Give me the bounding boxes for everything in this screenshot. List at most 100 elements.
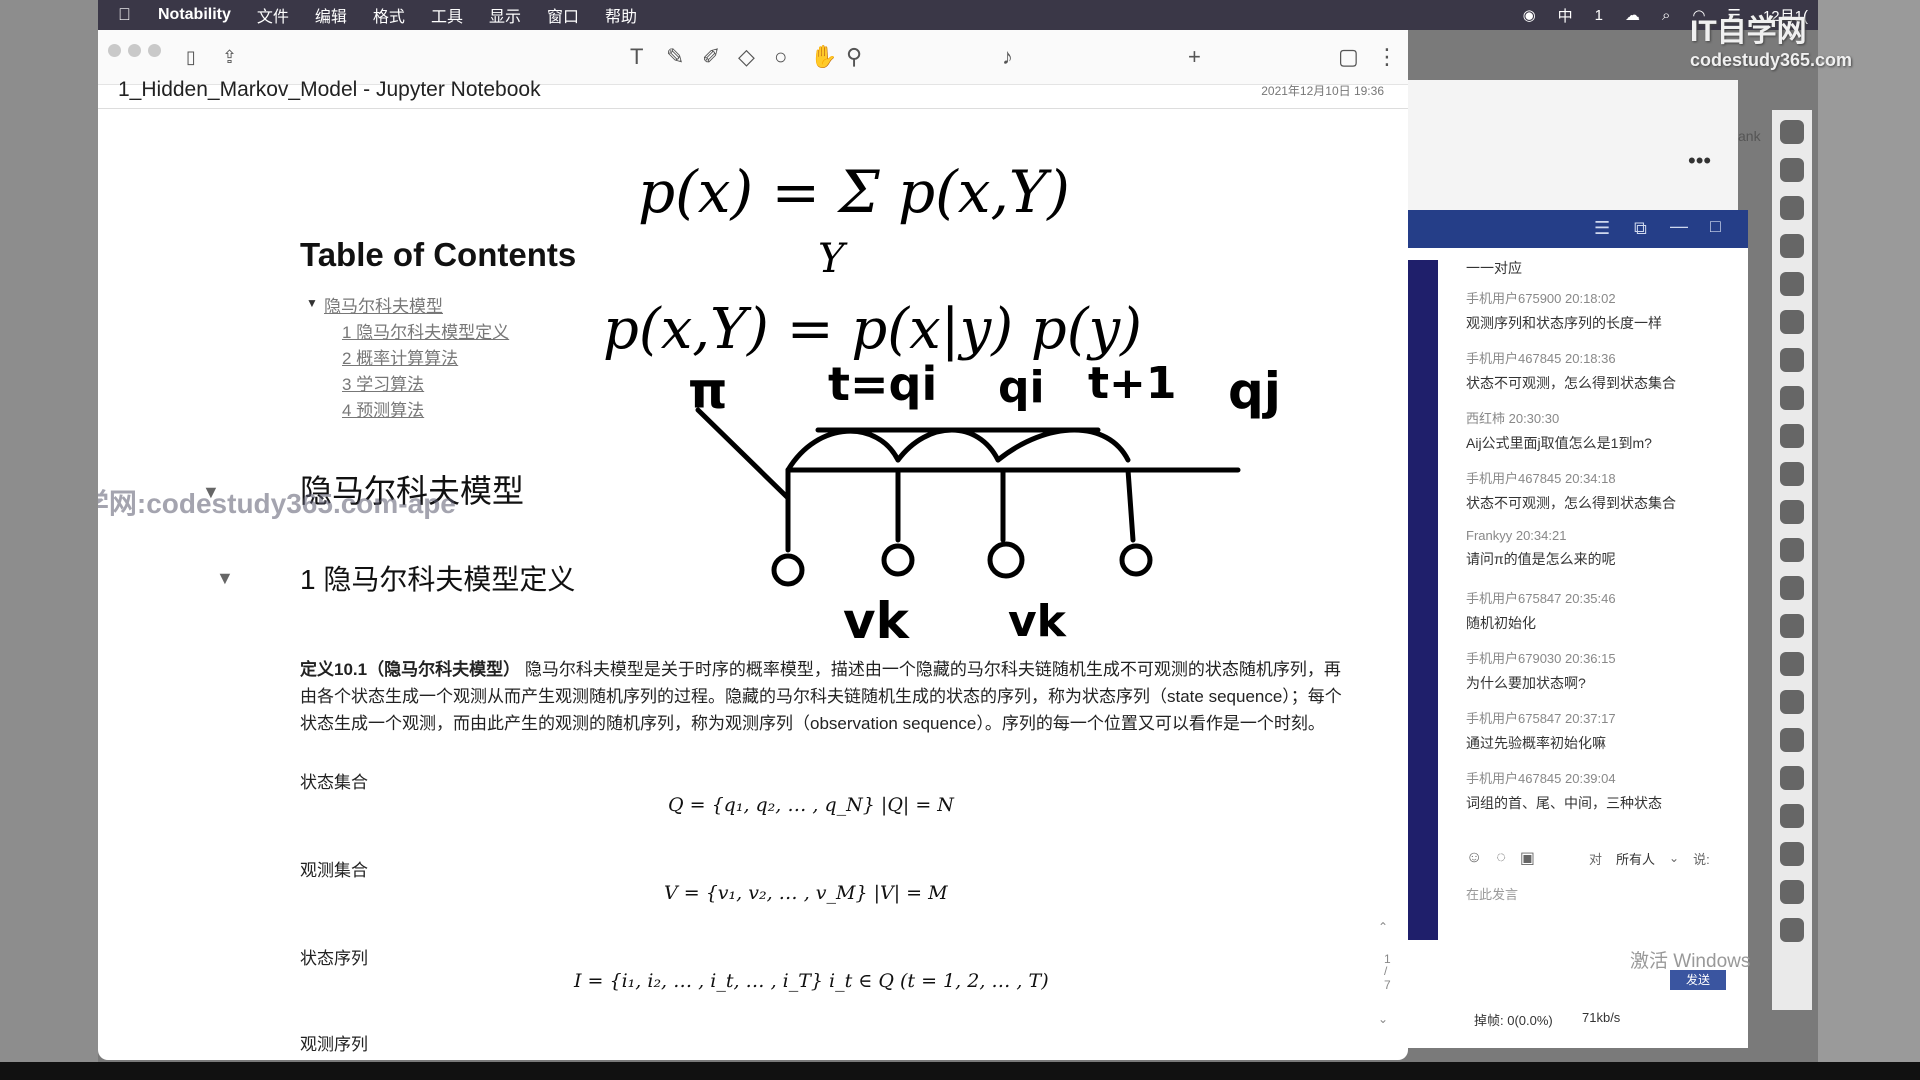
formula-state-sequence: I = {i₁, i₂, … , i_t, … , i_T} i_t ∈ Q (… [574,970,1049,992]
chat-text: 状态不可观测，怎么得到状态集合 [1466,495,1676,511]
side-app-icon[interactable] [1780,386,1804,410]
side-app-icon[interactable] [1780,690,1804,714]
menu-view[interactable]: 显示 [489,3,521,27]
menu-edit[interactable]: 编辑 [315,3,347,27]
more-icon[interactable]: ⋮ [1376,44,1398,70]
side-app-icon[interactable] [1780,348,1804,372]
page-separator: / [1384,964,1388,978]
chat-popout-icon[interactable]: ⧉ [1634,218,1647,239]
side-app-icon[interactable] [1780,196,1804,220]
handwriting-qj: qj [1228,362,1281,420]
side-app-icon[interactable] [1780,728,1804,752]
chat-message: 手机用户675900 20:18:02 观测序列和状态序列的长度一样 [1466,288,1662,333]
link-icon[interactable]: ⚲ [846,44,862,70]
side-app-icon[interactable] [1780,234,1804,258]
chat-user: 手机用户467845 20:39:04 [1466,771,1616,786]
chat-left-strip [1408,260,1438,940]
divider [98,108,1408,109]
watermark-logo: IT自学网 codestudy365.com [1690,6,1920,78]
recipient-select[interactable]: 所有人 [1616,849,1655,868]
highlighter-icon[interactable]: ✐ [702,44,720,70]
side-app-icon[interactable] [1780,842,1804,866]
scroll-up-icon[interactable]: ⌃ [1378,920,1388,934]
document-date: 2021年12月10日 19:36 [1261,84,1384,98]
cloud-icon[interactable]: ☁ [1625,6,1640,24]
stats-drop: 掉帧: 0(0.0%) [1474,1013,1553,1028]
zoom-button[interactable] [148,44,161,57]
chat-header: ☰ ⧉ — □ [1408,210,1748,250]
chevron-down-icon[interactable]: ⌄ [1669,851,1679,865]
input-method[interactable]: 中 [1558,5,1573,26]
mic-icon[interactable]: ♪ [1002,44,1013,70]
page-icon[interactable]: ▢ [1338,44,1359,70]
formula-state-set: Q = {q₁, q₂, … , q_N} |Q| = N [668,794,954,816]
chat-user: Frankyy 20:34:21 [1466,528,1567,543]
toc-item-learning[interactable]: 3 学习算法 [342,370,424,395]
side-app-icon[interactable] [1780,158,1804,182]
chat-user: 手机用户467845 20:18:36 [1466,351,1616,366]
toc-expand-icon[interactable]: ▼ [306,296,318,310]
side-app-icon[interactable] [1780,918,1804,942]
app-menu[interactable]: Notability [158,6,231,24]
menu-window[interactable]: 窗口 [547,3,579,27]
logo-line1: IT自学网 [1690,15,1807,48]
partial-text: ank [1738,128,1761,144]
side-app-icon[interactable] [1780,500,1804,524]
search-icon[interactable]: ⌕ [1662,7,1670,24]
lasso-icon[interactable]: ○ [774,44,787,70]
chat-user: 手机用户675847 20:35:46 [1466,591,1616,606]
eraser-icon[interactable]: ◇ [738,44,755,70]
sidebar-icon[interactable]: ▯ [186,44,196,70]
label-state-sequence: 状态序列 [300,949,368,968]
share-icon[interactable]: ⇪ [222,44,237,70]
toc-item-definition[interactable]: 1 隐马尔科夫模型定义 [342,318,509,343]
emoji-icon[interactable]: ☺ [1466,849,1482,867]
chat-minimize-icon[interactable]: — [1670,216,1688,237]
menu-help[interactable]: 帮助 [605,3,637,27]
chat-message: 手机用户675847 20:35:46 随机初始化 [1466,588,1616,633]
side-app-icon[interactable] [1780,272,1804,296]
text-icon[interactable]: T [630,44,643,70]
chat-message: 西红柿 20:30:30 Aij公式里面j取值怎么是1到m? [1466,408,1652,453]
side-app-icon[interactable] [1780,804,1804,828]
menu-file[interactable]: 文件 [257,3,289,27]
side-app-icon[interactable] [1780,310,1804,334]
side-app-icon[interactable] [1780,462,1804,486]
menu-format[interactable]: 格式 [373,3,405,27]
send-button[interactable]: 发送 [1670,970,1726,990]
toc-item-hmm[interactable]: 隐马尔科夫模型 [324,292,443,317]
image-icon[interactable]: ▣ [1520,848,1535,868]
toc-item-prediction[interactable]: 4 预测算法 [342,396,424,421]
plus-icon[interactable]: + [1188,44,1201,70]
side-app-icon[interactable] [1780,538,1804,562]
side-app-icon[interactable] [1780,576,1804,600]
battery-num: 1 [1594,6,1604,24]
collapse-h2-icon[interactable]: ▼ [216,568,234,589]
bubble-icon[interactable]: ◌ [1496,849,1506,867]
chat-message: 手机用户675847 20:37:17 通过先验概率初始化嘛 [1466,708,1616,753]
handwriting-line2: p(x,Y) = p(x|y) p(y) [603,297,1142,362]
pen-icon[interactable]: ✎ [666,44,684,70]
chat-top-line: 一一对应 [1466,260,1522,276]
say-label: 说: [1693,851,1710,867]
side-app-icon[interactable] [1780,424,1804,448]
side-app-icon[interactable] [1780,880,1804,904]
chat-input[interactable]: 在此发言 [1466,884,1518,903]
wechat-icon[interactable]: ◉ [1523,6,1536,24]
panel-more-icon[interactable]: ••• [1688,148,1711,174]
scroll-down-icon[interactable]: ⌄ [1378,1012,1388,1026]
side-app-icon[interactable] [1780,766,1804,790]
toc-item-probability[interactable]: 2 概率计算算法 [342,344,458,369]
side-app-icon[interactable] [1780,652,1804,676]
menu-tools[interactable]: 工具 [431,3,463,27]
close-button[interactable] [108,44,121,57]
chat-user: 手机用户679030 20:36:15 [1466,651,1616,666]
chat-list-icon[interactable]: ☰ [1594,218,1610,239]
chat-maximize-icon[interactable]: □ [1710,216,1721,237]
apple-icon[interactable]:  [118,5,144,25]
heading-definition: 1 隐马尔科夫模型定义 [300,564,576,595]
minimize-button[interactable] [128,44,141,57]
side-app-icon[interactable] [1780,120,1804,144]
side-app-icon[interactable] [1780,614,1804,638]
hand-icon[interactable]: ✋ [810,44,837,70]
